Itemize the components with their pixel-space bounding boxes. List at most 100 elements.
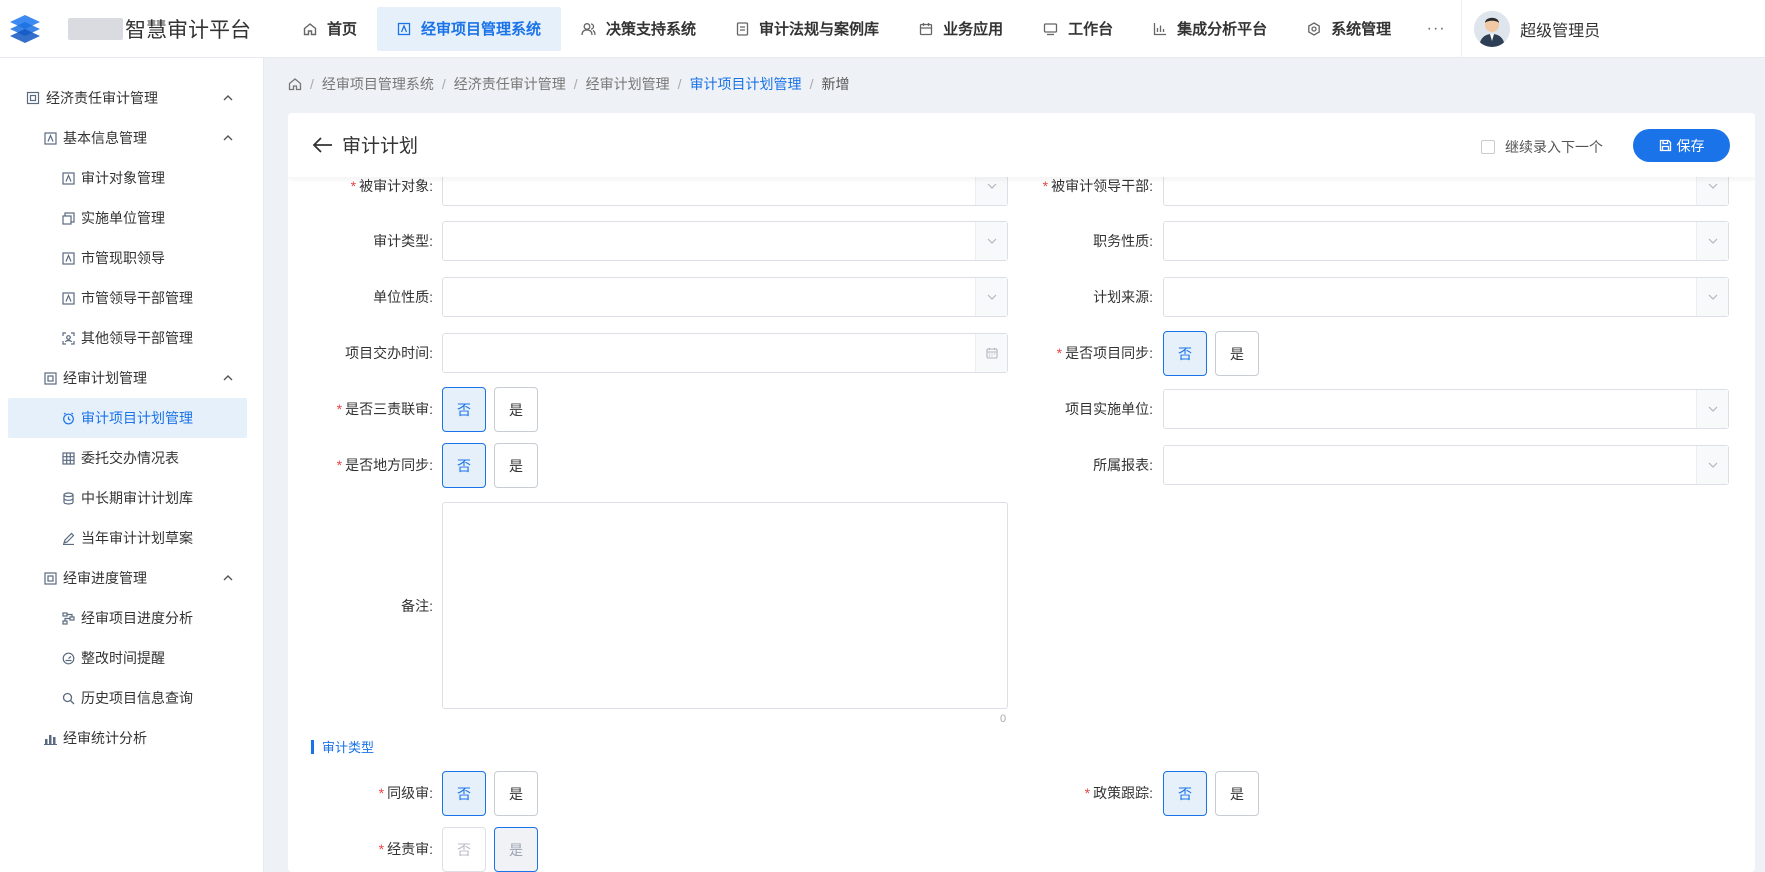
sidebar-item-annual-draft[interactable]: 当年审计计划草案: [8, 518, 247, 558]
nav-system-management[interactable]: 系统管理: [1287, 7, 1411, 51]
chevron-up-icon[interactable]: [223, 575, 233, 581]
nav-decision-support[interactable]: 决策支持系统: [561, 7, 716, 51]
arrow-left-icon: [312, 136, 334, 154]
nav-home[interactable]: 首页: [283, 7, 377, 51]
sidebar-item-basic-info[interactable]: 基本信息管理: [8, 118, 247, 158]
database-icon: [62, 491, 75, 505]
remark-char-count: 0: [1000, 713, 1007, 725]
sidebar-item-econ-audit[interactable]: 经济责任审计管理: [8, 78, 247, 118]
remark-textarea[interactable]: [442, 502, 1008, 709]
person-icon: [62, 331, 75, 345]
nav-analysis-platform[interactable]: 集成分析平台: [1133, 7, 1287, 51]
bar-chart-icon: [44, 732, 57, 745]
sidebar-item-current-leader[interactable]: 市管现职领导: [8, 238, 247, 278]
sidebar-item-progress-management[interactable]: 经审进度管理: [8, 558, 247, 598]
info-icon: [44, 131, 57, 145]
leader-icon: [62, 251, 75, 265]
breadcrumb-current: 新增: [821, 76, 850, 92]
top-nav: 首页 经审项目管理系统 决策支持系统 审计法规与案例库 业务应用 工作台 集成分…: [283, 0, 1411, 58]
back-button[interactable]: 审计计划: [312, 131, 418, 158]
nav-project-system[interactable]: 经审项目管理系统: [377, 6, 562, 51]
chevron-down-icon: [1696, 446, 1728, 484]
sidebar: 经济责任审计管理 基本信息管理 审计对象管理 实施单位管理 市管现职领导 市管领…: [0, 58, 264, 872]
brand-title: 智慧审计平台: [68, 14, 268, 44]
policy-track-yes[interactable]: 是: [1215, 771, 1259, 816]
project-sync-yes[interactable]: 是: [1215, 331, 1259, 376]
breadcrumb-item[interactable]: 经审计划管理: [586, 74, 670, 94]
home-icon[interactable]: [288, 77, 302, 91]
plan-source-label: 计划来源:: [1093, 289, 1153, 305]
three-joint-yes[interactable]: 是: [494, 387, 538, 432]
econ-resp-label: * 经责审:: [378, 841, 433, 857]
chevron-down-icon: [975, 222, 1007, 260]
sidebar-item-impl-unit[interactable]: 实施单位管理: [8, 198, 247, 238]
search-icon: [62, 692, 75, 705]
three-joint-no[interactable]: 否: [442, 387, 486, 432]
pen-icon: [62, 532, 75, 545]
chevron-down-icon: [1696, 222, 1728, 260]
logo-icon[interactable]: [2, 0, 48, 58]
checkbox[interactable]: [1481, 140, 1495, 154]
avatar: [1474, 10, 1511, 47]
sidebar-item-other-cadre[interactable]: 其他领导干部管理: [8, 318, 247, 358]
grid-icon: [62, 451, 75, 465]
sidebar-item-statistics[interactable]: 经审统计分析: [8, 718, 247, 758]
top-bar: 智慧审计平台 首页 经审项目管理系统 决策支持系统 审计法规与案例库 业务应用 …: [0, 0, 1765, 58]
chevron-down-icon: [1696, 390, 1728, 428]
sidebar-item-rectification-reminder[interactable]: 整改时间提醒: [8, 638, 247, 678]
monitor-icon: [1043, 22, 1058, 36]
chevron-up-icon[interactable]: [223, 375, 233, 381]
policy-track-no[interactable]: 否: [1163, 771, 1207, 816]
continue-checkbox[interactable]: 继续录入下一个: [1481, 137, 1603, 157]
nav-business-app[interactable]: 业务应用: [899, 7, 1023, 51]
sidebar-item-long-term-plan[interactable]: 中长期审计计划库: [8, 478, 247, 518]
audit-type-label: 审计类型:: [373, 233, 433, 249]
home-icon: [303, 22, 317, 36]
sidebar-item-progress-analysis[interactable]: 经审项目进度分析: [8, 598, 247, 638]
sidebar-item-audit-target[interactable]: 审计对象管理: [8, 158, 247, 198]
sidebar-item-project-plan[interactable]: 审计项目计划管理: [8, 398, 247, 438]
chevron-up-icon[interactable]: [223, 95, 233, 101]
unit-icon: [62, 211, 75, 225]
unit-nature-select[interactable]: [442, 277, 1008, 317]
local-sync-yes[interactable]: 是: [494, 443, 538, 488]
same-level-yes[interactable]: 是: [494, 771, 538, 816]
same-level-label: * 同级审:: [378, 785, 433, 801]
plan-source-select[interactable]: [1163, 277, 1729, 317]
sidebar-item-cadre-management[interactable]: 市管领导干部管理: [8, 278, 247, 318]
breadcrumb-item[interactable]: 经审项目管理系统: [322, 74, 434, 94]
cadre-icon: [62, 291, 75, 305]
document-icon: [736, 21, 749, 36]
econ-resp-no: 否: [442, 827, 486, 872]
user-menu[interactable]: 超级管理员: [1474, 10, 1600, 47]
breadcrumb-item[interactable]: 审计项目计划管理: [690, 74, 802, 94]
local-sync-no[interactable]: 否: [442, 443, 486, 488]
brand-redacted: [68, 17, 123, 40]
project-sync-no[interactable]: 否: [1163, 331, 1207, 376]
sidebar-item-delegation-table[interactable]: 委托交办情况表: [8, 438, 247, 478]
chart-icon: [1153, 22, 1167, 36]
nav-regulations[interactable]: 审计法规与案例库: [716, 7, 899, 51]
impl-unit-label: 项目实施单位:: [1065, 401, 1153, 417]
sidebar-item-audit-plan[interactable]: 经审计划管理: [8, 358, 247, 398]
econ-resp-yes: 是: [494, 827, 538, 872]
gauge-icon: [62, 652, 75, 665]
flow-icon: [62, 611, 75, 625]
progress-icon: [44, 571, 57, 585]
report-select[interactable]: [1163, 445, 1729, 485]
nav-workbench[interactable]: 工作台: [1023, 7, 1133, 51]
save-button[interactable]: 保存: [1633, 129, 1730, 162]
chevron-up-icon[interactable]: [223, 135, 233, 141]
save-icon: [1659, 139, 1672, 152]
impl-unit-select[interactable]: [1163, 389, 1729, 429]
breadcrumb-item[interactable]: 经济责任审计管理: [454, 74, 566, 94]
same-level-no[interactable]: 否: [442, 771, 486, 816]
form-header: 审计计划 继续录入下一个 保存: [288, 113, 1755, 177]
sidebar-item-history-query[interactable]: 历史项目信息查询: [8, 678, 247, 718]
position-nature-select[interactable]: [1163, 221, 1729, 261]
nav-more-button[interactable]: ···: [1411, 20, 1461, 38]
policy-track-label: * 政策跟踪:: [1084, 785, 1153, 801]
page-title: 审计计划: [342, 136, 419, 157]
audit-type-select[interactable]: [442, 221, 1008, 261]
assign-time-picker[interactable]: [442, 333, 1008, 373]
